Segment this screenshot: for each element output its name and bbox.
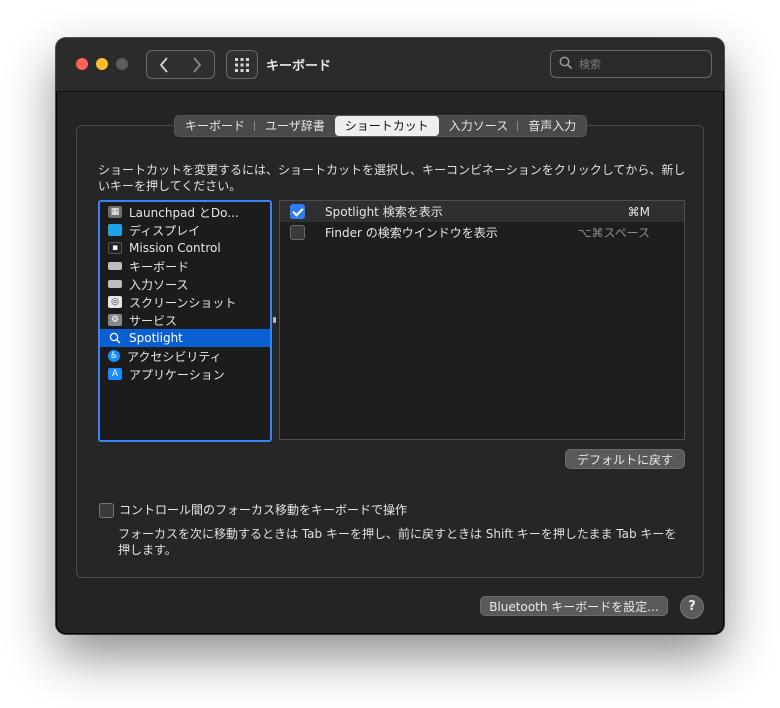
category-label: サービス — [129, 313, 178, 328]
app-store-icon: A — [108, 368, 122, 380]
split-handle[interactable] — [273, 317, 276, 323]
shortcuts-description: ショートカットを変更するには、ショートカットを選択し、キーコンビネーションをクリ… — [98, 163, 686, 193]
keyboard-navigation-label[interactable]: コントロール間のフォーカス移動をキーボードで操作 — [119, 501, 407, 518]
tab-shortcuts[interactable]: ショートカット — [334, 116, 439, 136]
category-launchpad-dock[interactable]: ▦ Launchpad とDo... — [100, 203, 270, 221]
category-label: アプリケーション — [129, 367, 225, 382]
category-label: 入力ソース — [129, 277, 189, 292]
category-label: Mission Control — [129, 241, 221, 255]
tab-bar: キーボード ユーザ辞書 ショートカット 入力ソース 音声入力 — [174, 115, 588, 137]
window-title: キーボード — [266, 59, 332, 74]
show-all-button[interactable] — [226, 50, 258, 79]
accessibility-icon: ♿ — [108, 350, 120, 362]
help-button[interactable]: ? — [680, 595, 704, 619]
tab-keyboard[interactable]: キーボード — [175, 116, 256, 136]
grid-icon — [235, 57, 249, 72]
category-display[interactable]: ディスプレイ — [100, 221, 270, 239]
category-spotlight[interactable]: Spotlight — [100, 329, 270, 347]
input-sources-icon — [108, 280, 122, 288]
shortcut-list[interactable]: Spotlight 検索を表示 ⌘M Finder の検索ウインドウを表示 ⌥⌘… — [279, 200, 685, 440]
shortcut-checkbox[interactable] — [290, 225, 305, 240]
shortcut-key[interactable]: ⌥⌘スペース — [578, 224, 650, 241]
keyboard-navigation-description: フォーカスを次に移動するときは Tab キーを押し、前に戻すときは Shift … — [118, 527, 677, 557]
shortcut-key[interactable]: ⌘M — [628, 205, 650, 219]
tab-input-sources[interactable]: 入力ソース — [439, 116, 519, 136]
mission-control-icon: ▪ — [108, 242, 122, 254]
shortcut-label: Finder の検索ウインドウを表示 — [325, 226, 498, 240]
spotlight-icon — [108, 332, 122, 344]
category-app-shortcuts[interactable]: A アプリケーション — [100, 365, 270, 383]
category-label: ディスプレイ — [129, 223, 201, 238]
shortcut-row[interactable]: Finder の検索ウインドウを表示 ⌥⌘スペース — [280, 222, 684, 243]
screenshot-icon: ◎ — [108, 296, 122, 308]
category-label: Spotlight — [129, 331, 183, 345]
category-label: キーボード — [129, 259, 190, 274]
search-icon — [559, 56, 573, 70]
title-bar: キーボード — [56, 38, 724, 92]
preferences-window: キーボード キーボード ユーザ辞書 ショートカット 入力ソース 音声入力 ショー… — [56, 38, 724, 634]
category-label: アクセシビリティ — [127, 349, 222, 364]
chevron-right-icon — [193, 56, 202, 73]
search-input[interactable] — [577, 54, 709, 74]
setup-bluetooth-keyboard-button[interactable]: Bluetooth キーボードを設定... — [480, 596, 668, 616]
category-list[interactable]: ▦ Launchpad とDo... ディスプレイ ▪ Mission Cont… — [98, 200, 272, 442]
keyboard-icon — [108, 262, 122, 270]
close-button[interactable] — [76, 58, 88, 70]
shortcut-row[interactable]: Spotlight 検索を表示 ⌘M — [280, 201, 684, 222]
minimize-button[interactable] — [96, 58, 108, 70]
search-field[interactable] — [550, 50, 712, 78]
category-accessibility[interactable]: ♿ アクセシビリティ — [100, 347, 270, 365]
tab-user-dictionary[interactable]: ユーザ辞書 — [255, 116, 335, 136]
category-label: Launchpad とDo... — [129, 205, 239, 220]
shortcut-checkbox[interactable] — [290, 204, 305, 219]
launchpad-icon: ▦ — [108, 206, 122, 218]
keyboard-navigation-checkbox[interactable] — [99, 503, 114, 518]
category-screenshots[interactable]: ◎ スクリーンショット — [100, 293, 270, 311]
category-keyboard[interactable]: キーボード — [100, 257, 270, 275]
restore-defaults-button[interactable]: デフォルトに戻す — [565, 449, 685, 469]
category-input-sources[interactable]: 入力ソース — [100, 275, 270, 293]
services-icon: ⚙ — [108, 314, 122, 326]
category-label: スクリーンショット — [129, 295, 237, 310]
category-services[interactable]: ⚙ サービス — [100, 311, 270, 329]
zoom-button[interactable] — [116, 58, 128, 70]
back-button[interactable] — [146, 50, 182, 79]
tab-dictation[interactable]: 音声入力 — [518, 116, 586, 136]
display-icon — [108, 224, 122, 236]
shortcut-label: Spotlight 検索を表示 — [325, 205, 443, 219]
forward-button[interactable] — [180, 50, 215, 79]
category-mission-control[interactable]: ▪ Mission Control — [100, 239, 270, 257]
chevron-left-icon — [159, 56, 168, 73]
